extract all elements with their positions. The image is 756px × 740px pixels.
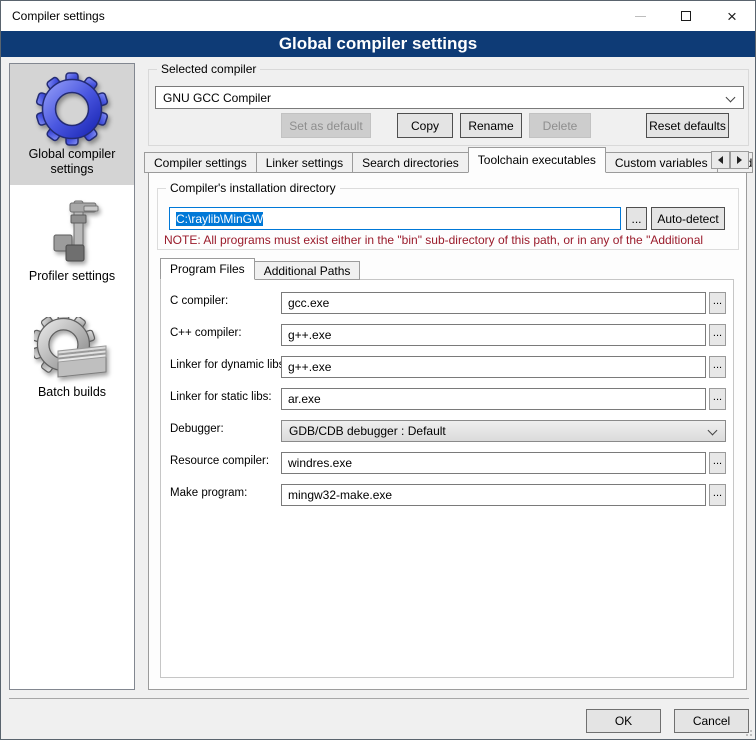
maximize-button[interactable] (663, 1, 709, 31)
cpp-compiler-label: C++ compiler: (170, 327, 242, 339)
installation-directory-legend: Compiler's installation directory (166, 181, 340, 195)
bin-subdirectory-note: NOTE: All programs must exist either in … (164, 233, 736, 247)
set-as-default-button[interactable]: Set as default (281, 113, 371, 138)
installation-directory-input[interactable]: C:\raylib\MinGW (169, 207, 621, 230)
linker-dynamic-label: Linker for dynamic libs: (170, 359, 288, 371)
footer-divider (9, 698, 749, 699)
make-program-browse-button[interactable]: ... (709, 484, 726, 506)
directory-browse-button[interactable]: ... (626, 207, 647, 230)
profiler-settings-caliper-icon (40, 197, 104, 269)
chevron-down-icon (726, 93, 736, 103)
arrow-right-icon (737, 156, 742, 164)
compiler-select[interactable]: GNU GCC Compiler (155, 86, 744, 109)
compiler-select-value: GNU GCC Compiler (163, 91, 271, 105)
close-button[interactable]: × (709, 1, 755, 31)
linker-static-input[interactable] (281, 388, 706, 410)
sidebar-item-batch-builds[interactable]: Batch builds (10, 295, 134, 415)
cpp-compiler-input[interactable] (281, 324, 706, 346)
debugger-label: Debugger: (170, 423, 224, 435)
tab-compiler-settings[interactable]: Compiler settings (144, 152, 257, 173)
arrow-left-icon (718, 156, 723, 164)
batch-builds-gear-stack-icon (34, 317, 110, 385)
settings-category-list: Global compiler settings Profiler settin… (9, 63, 135, 690)
window-title: Compiler settings (12, 1, 105, 31)
tab-search-directories[interactable]: Search directories (352, 152, 469, 173)
program-files-panel: C compiler: ... C++ compiler: ... Linker… (160, 279, 734, 678)
sidebar-item-profiler-settings[interactable]: Profiler settings (10, 185, 134, 295)
titlebar[interactable]: Compiler settings × (1, 1, 755, 31)
c-compiler-input[interactable] (281, 292, 706, 314)
reset-defaults-button[interactable]: Reset defaults (646, 113, 729, 138)
sidebar-item-label: Global compiler settings (29, 147, 116, 176)
tab-custom-variables[interactable]: Custom variables (605, 152, 718, 173)
tab-scroll-right-button[interactable] (730, 151, 749, 169)
subtab-program-files[interactable]: Program Files (160, 258, 255, 280)
resource-compiler-input[interactable] (281, 452, 706, 474)
make-program-input[interactable] (281, 484, 706, 506)
linker-static-browse-button[interactable]: ... (709, 388, 726, 410)
sidebar-item-label: Profiler settings (29, 269, 115, 283)
delete-button[interactable]: Delete (529, 113, 591, 138)
global-compiler-settings-gear-icon (34, 71, 110, 147)
resource-compiler-browse-button[interactable]: ... (709, 452, 726, 474)
cancel-button[interactable]: Cancel (674, 709, 749, 733)
installation-directory-group: Compiler's installation directory C:\ray… (157, 188, 739, 250)
close-icon: × (727, 8, 737, 25)
settings-tabstrip: Compiler settings Linker settings Search… (144, 147, 753, 173)
sidebar-item-label: Batch builds (38, 385, 106, 399)
debugger-select-value: GDB/CDB debugger : Default (289, 424, 446, 438)
maximize-icon (681, 11, 691, 21)
selected-compiler-legend: Selected compiler (157, 62, 260, 76)
subtab-additional-paths[interactable]: Additional Paths (254, 261, 361, 280)
tab-toolchain-executables[interactable]: Toolchain executables (468, 147, 606, 173)
linker-static-label: Linker for static libs: (170, 391, 272, 403)
chevron-down-icon (708, 426, 718, 436)
resource-compiler-label: Resource compiler: (170, 455, 269, 467)
dialog-banner: Global compiler settings (1, 31, 755, 57)
tab-scroll-left-button[interactable] (711, 151, 730, 169)
debugger-select[interactable]: GDB/CDB debugger : Default (281, 420, 726, 442)
minimize-icon (635, 16, 646, 17)
resize-grip[interactable] (742, 726, 752, 736)
program-files-tabstrip: Program Files Additional Paths (160, 258, 360, 280)
compiler-settings-dialog: Compiler settings × Global compiler sett… (0, 0, 756, 740)
c-compiler-label: C compiler: (170, 295, 228, 307)
auto-detect-button[interactable]: Auto-detect (651, 207, 725, 230)
make-program-label: Make program: (170, 487, 247, 499)
c-compiler-browse-button[interactable]: ... (709, 292, 726, 314)
minimize-button[interactable] (617, 1, 663, 31)
installation-directory-value: C:\raylib\MinGW (176, 212, 263, 226)
tab-linker-settings[interactable]: Linker settings (256, 152, 353, 173)
linker-dynamic-browse-button[interactable]: ... (709, 356, 726, 378)
copy-button[interactable]: Copy (397, 113, 453, 138)
ok-button[interactable]: OK (586, 709, 661, 733)
linker-dynamic-input[interactable] (281, 356, 706, 378)
cpp-compiler-browse-button[interactable]: ... (709, 324, 726, 346)
rename-button[interactable]: Rename (460, 113, 522, 138)
sidebar-item-global-compiler-settings[interactable]: Global compiler settings (10, 64, 134, 185)
toolchain-executables-page: Compiler's installation directory C:\ray… (148, 172, 747, 690)
